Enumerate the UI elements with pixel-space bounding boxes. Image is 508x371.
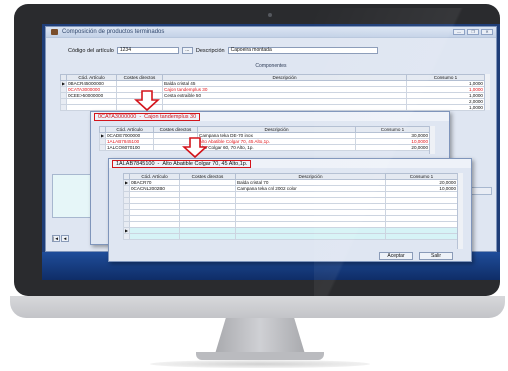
codigo-input[interactable]: 1234 [116, 47, 179, 54]
main-window-title: Composición de productos terminados [62, 29, 165, 35]
codigo-label: Código del artículo [68, 47, 114, 54]
monitor-stand-base [196, 352, 324, 360]
lookup-button[interactable]: ... [181, 47, 193, 54]
monitor-chin [10, 296, 505, 318]
salir-button[interactable]: Salir [419, 252, 453, 260]
table-row[interactable]: 1,0000 [60, 104, 485, 111]
app-icon [51, 29, 58, 35]
componentes-section-title: Componentes [255, 63, 287, 69]
selected-component-desc: Cajon tandemplus 30 [144, 113, 197, 120]
stand-shadow [150, 360, 370, 368]
monitor-stand [215, 318, 305, 354]
selected-component-code: 0CATA3000000 [98, 113, 137, 120]
detail-window: 1ALAB7845100 - Alto Abatible Colgar 70, … [108, 158, 472, 262]
cell-consumo[interactable]: 20,0000 [355, 144, 430, 151]
cell-codigo[interactable] [66, 104, 117, 111]
selected-component-box: 0CATA3000000 - Cajon tandemplus 30 [94, 112, 201, 121]
previous-record-button[interactable]: ◄ [61, 235, 69, 242]
camera-dot [268, 13, 272, 17]
first-record-button[interactable]: |◄ [52, 235, 60, 242]
cell-consumo[interactable]: 1,0000 [406, 104, 485, 111]
cell-codigo[interactable]: 1ALCO6070100 [105, 144, 154, 151]
cell-codigo[interactable] [129, 233, 180, 240]
close-button[interactable]: ✕ [481, 29, 493, 35]
cell-descripcion[interactable]: Alto Colgar 60, 70 Alto, 1p. [197, 144, 356, 151]
record-navigator: |◄ ◄ [52, 235, 69, 242]
maximize-button[interactable]: ❐ [467, 29, 479, 35]
detail-table: Cód. Artículo Costes directos Descripció… [123, 173, 458, 240]
cell-costes[interactable] [179, 233, 236, 240]
table-row[interactable] [123, 233, 458, 240]
subcomponent-table: Cód. Artículo Costes directos Descripció… [99, 126, 430, 151]
monitor-bezel: Composición de productos terminados — ❐ … [14, 4, 504, 298]
selected-detail-box: 1ALAB7845100 - Alto Abatible Colgar 70, … [112, 159, 252, 168]
table-scrollbar[interactable] [484, 74, 490, 110]
codigo-row: Código del artículo 1234 ... Descripción… [68, 47, 378, 54]
column-header[interactable]: Costes directos [153, 126, 198, 133]
red-arrow-icon [134, 90, 160, 112]
main-window-titlebar: Composición de productos terminados [46, 27, 496, 38]
cell-descripcion[interactable] [162, 104, 407, 111]
minimize-button[interactable]: — [453, 29, 465, 35]
selected-detail-desc: Alto Abatible Colgar 70, 45 Alto,1p. [162, 160, 248, 167]
red-arrow-icon [182, 137, 208, 159]
cell-descripcion[interactable] [235, 233, 386, 240]
table-scrollbar[interactable] [429, 126, 435, 154]
detail-header: 1ALAB7845100 - Alto Abatible Colgar 70, … [109, 159, 471, 168]
componentes-table: Cód. Artículo Costes directos Descripció… [60, 74, 485, 111]
subcomponent-header: 0CATA3000000 - Cajon tandemplus 30 [91, 112, 449, 121]
aceptar-button[interactable]: Aceptar [379, 252, 413, 260]
descripcion-label: Descripción [195, 47, 225, 54]
table-row[interactable]: 1ALCO6070100 Alto Colgar 60, 70 Alto, 1p.… [99, 144, 430, 151]
table-scrollbar[interactable] [457, 173, 463, 249]
descripcion-input[interactable]: Capoeira montada [227, 47, 378, 54]
screen: Composición de productos terminados — ❐ … [42, 24, 500, 280]
cell-consumo[interactable] [385, 233, 458, 240]
window-controls: — ❐ ✕ [453, 29, 493, 35]
totals-panel [52, 174, 94, 218]
selected-detail-code: 1ALAB7845100 [116, 160, 155, 167]
